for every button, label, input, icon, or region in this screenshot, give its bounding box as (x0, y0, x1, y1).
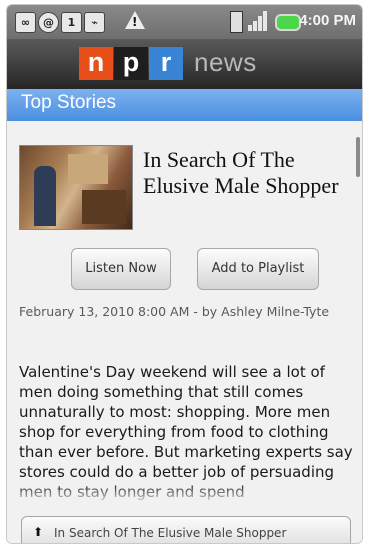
npr-logo-r: r (149, 47, 183, 80)
story-byline: February 13, 2010 8:00 AM - by Ashley Mi… (19, 304, 330, 319)
up-arrow-icon: ⬆ (33, 525, 44, 539)
section-header: Top Stories (7, 89, 362, 121)
warning-mark: ! (132, 15, 138, 29)
clock-time: 4:00 PM (299, 12, 356, 29)
status-bar: ∞ @ 1 ⌁ ! 4:00 PM (7, 5, 362, 39)
story-content[interactable]: In Search Of The Elusive Male Shopper Li… (7, 121, 362, 543)
usb-icon: ⌁ (84, 12, 105, 33)
phone-icon (230, 11, 243, 33)
calendar-icon: 1 (61, 12, 82, 33)
listen-now-button[interactable]: Listen Now (71, 248, 171, 290)
story-jump-label: In Search Of The Elusive Male Shopper (54, 526, 287, 540)
battery-icon (275, 14, 301, 31)
text-fade (7, 483, 362, 505)
signal-icon (248, 11, 268, 31)
phone-screen: ∞ @ 1 ⌁ ! 4:00 PM n p r news Top Stories… (6, 4, 363, 544)
voicemail-icon: ∞ (15, 12, 36, 33)
npr-logo-p: p (114, 47, 148, 80)
at-sign-icon: @ (38, 12, 59, 33)
section-title: Top Stories (21, 92, 117, 113)
add-to-playlist-button[interactable]: Add to Playlist (197, 248, 319, 290)
app-name: news (194, 47, 257, 77)
story-body: Valentine's Day weekend will see a lot o… (19, 363, 353, 500)
scrollbar[interactable] (356, 137, 360, 177)
story-title: In Search Of The Elusive Male Shopper (143, 147, 339, 198)
npr-logo-n: n (79, 47, 113, 80)
story-thumbnail (19, 145, 133, 230)
app-header: n p r news (7, 39, 362, 89)
story-jump-bar[interactable]: ⬆ In Search Of The Elusive Male Shopper (21, 516, 351, 543)
